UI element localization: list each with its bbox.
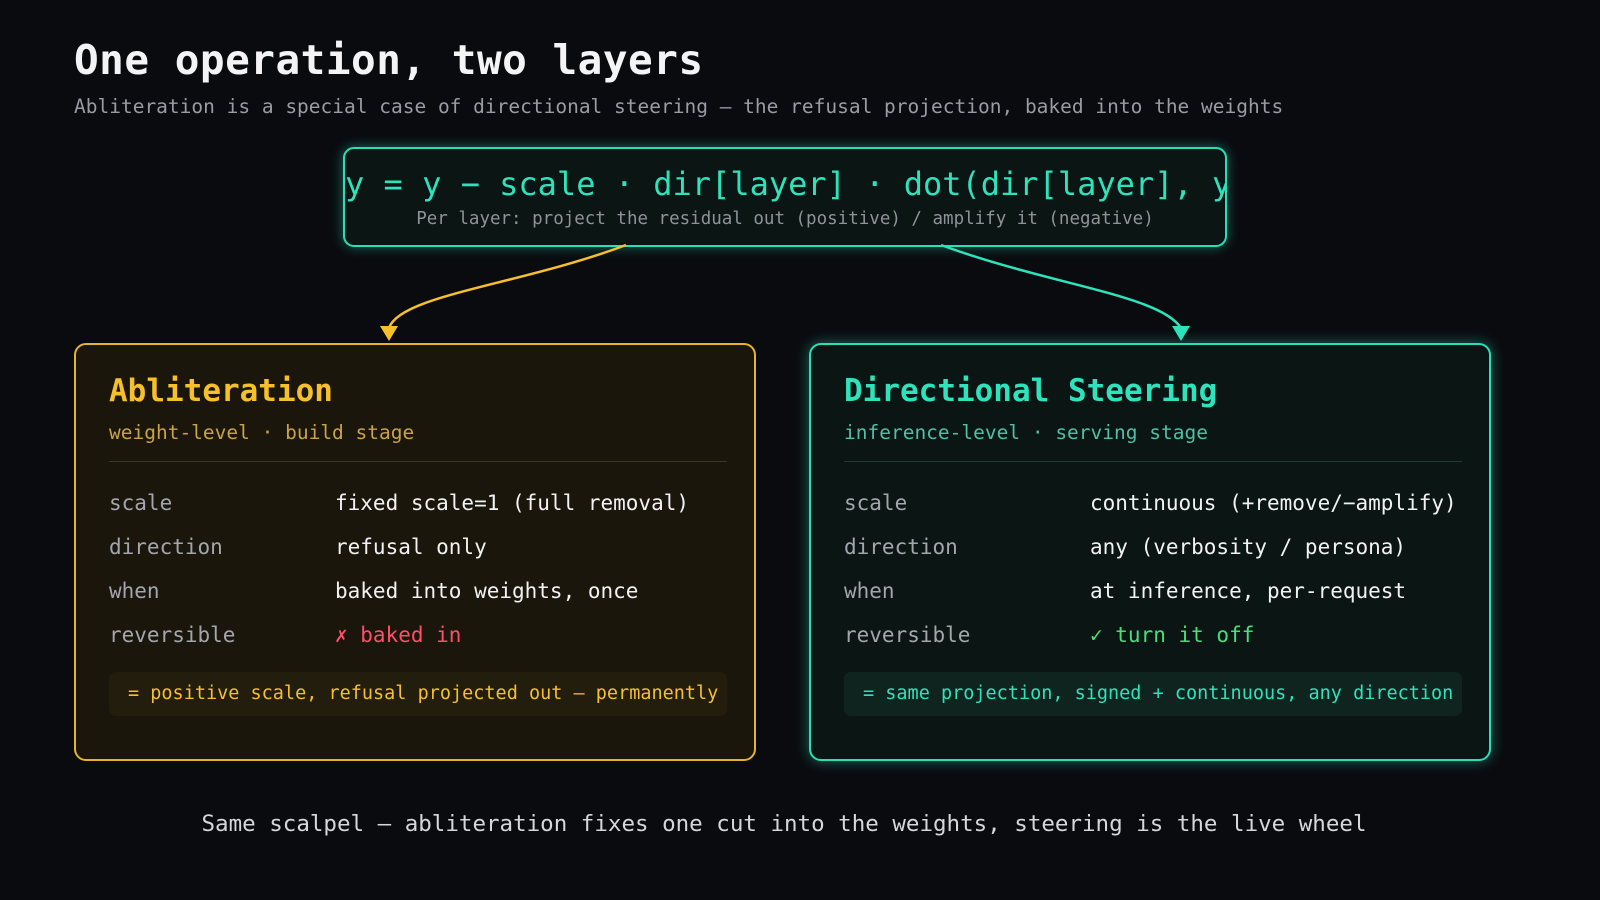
row-key: direction	[109, 535, 223, 559]
abliteration-title: Abliteration	[109, 373, 333, 409]
row-value: continuous (+remove/−amplify)	[1090, 491, 1457, 515]
arrow-head-abliteration	[380, 326, 398, 341]
row-key: scale	[844, 491, 908, 515]
divider	[109, 461, 727, 462]
row-value: any (verbosity / persona)	[1090, 535, 1407, 559]
row-value: refusal only	[335, 535, 487, 559]
arrow-head-steering	[1172, 326, 1190, 341]
arrow-to-abliteration	[387, 243, 627, 329]
row-value-not-reversible: ✗ baked in	[335, 623, 462, 647]
abliteration-subtitle: weight-level · build stage	[109, 421, 415, 444]
steering-title: Directional Steering	[844, 373, 1218, 409]
footer-caption: Same scalpel — abliteration fixes one cu…	[201, 811, 1367, 837]
row-key: scale	[109, 491, 173, 515]
row-key: reversible	[844, 623, 971, 647]
row-value: baked into weights, once	[335, 579, 639, 603]
row-key: direction	[844, 535, 958, 559]
row-key: reversible	[109, 623, 236, 647]
row-value-reversible: ✓ turn it off	[1090, 623, 1255, 647]
divider	[844, 461, 1462, 462]
abliteration-note: = positive scale, refusal projected out …	[109, 672, 727, 716]
steering-card: Directional Steering inference-level · s…	[809, 343, 1491, 761]
row-value: fixed scale=1 (full removal)	[335, 491, 690, 515]
arrow-to-steering	[940, 243, 1183, 329]
row-key: when	[844, 579, 895, 603]
row-key: when	[109, 579, 160, 603]
row-value: at inference, per-request	[1090, 579, 1407, 603]
steering-note: = same projection, signed + continuous, …	[844, 672, 1462, 716]
steering-subtitle: inference-level · serving stage	[844, 421, 1208, 444]
abliteration-card: Abliteration weight-level · build stage …	[74, 343, 756, 761]
